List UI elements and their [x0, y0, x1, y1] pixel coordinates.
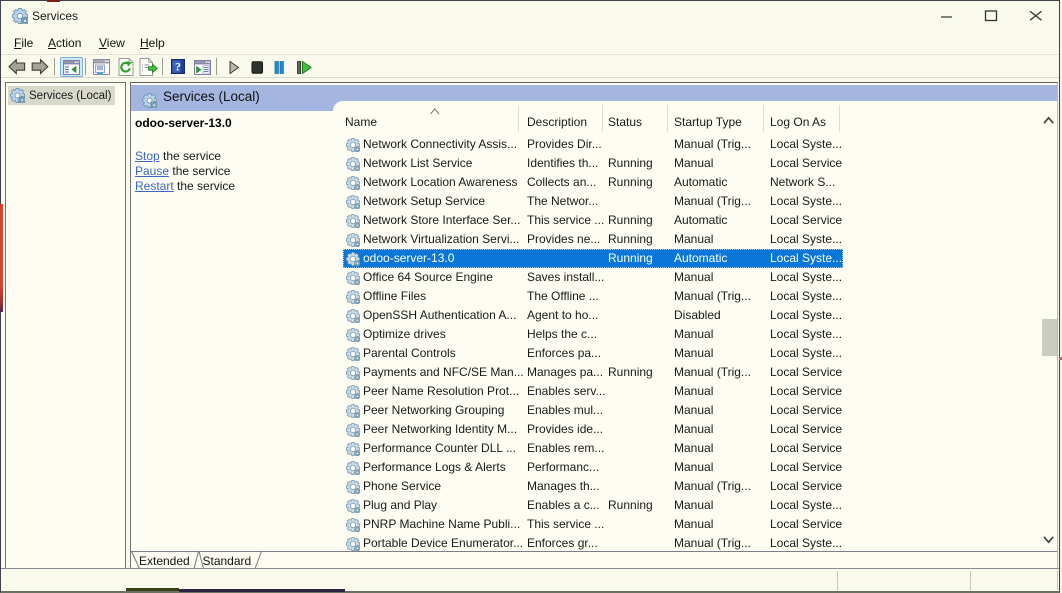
- svg-text:?: ?: [175, 60, 181, 74]
